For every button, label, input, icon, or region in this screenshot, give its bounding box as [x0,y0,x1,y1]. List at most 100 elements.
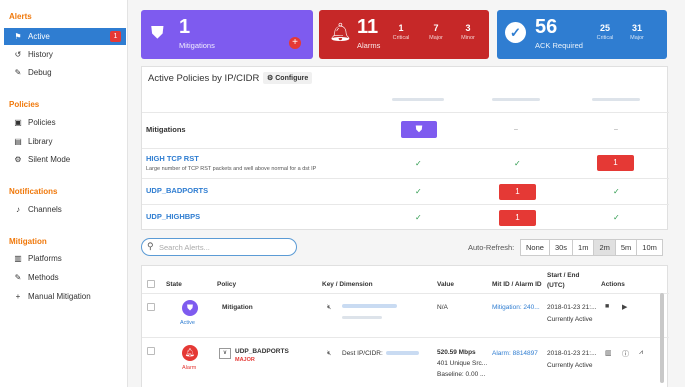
search-placeholder: Search Alerts... [159,243,210,252]
policy-row: UDP_HIGHBPS ✓ 1 ✓ [142,204,669,230]
sidebar-item-label: History [28,50,53,59]
policy-link[interactable]: UDP_BADPORTS [146,186,208,195]
refresh-options: None 30s 1m 2m 5m 10m [520,239,663,256]
bell-icon: ♪ [16,205,20,214]
briefcase-icon: ▣ [14,118,22,127]
sidebar-item-library[interactable]: ▤ Library [4,133,126,150]
library-icon: ▤ [14,137,22,146]
mute-icon[interactable]: 🔇︎ [327,350,331,358]
key-value [386,351,419,355]
stop-icon[interactable]: ■ [605,303,609,310]
col-start-end[interactable]: Start / End (UTC) [547,271,597,291]
gear-icon: ⚙ [267,75,276,82]
sidebar-item-manual-mitigation[interactable]: + Manual Mitigation [4,288,126,305]
active-policies-panel: Active Policies by IP/CIDR ⚙ Configure M… [141,66,669,230]
table-row[interactable]: ⛊ Active Mitigation 🔇︎ N/A Mitigation: 2… [142,293,669,337]
alarm-id-link[interactable]: Alarm: 8814897 [492,350,538,357]
search-alerts-input[interactable]: ⚲ Search Alerts... [141,238,297,256]
mitigations-row: Mitigations ⛊ – – [142,112,669,148]
start-time: 2018-01-23 21:... [547,304,597,311]
section-mitigation: Mitigation [9,237,47,246]
col-key[interactable]: Key / Dimension [322,281,373,288]
end-time: Currently Active [547,362,593,369]
sidebar-item-label: Debug [28,68,52,77]
ip-column-header [492,98,540,101]
value-text: 520.59 Mbps [437,349,476,356]
refresh-none-button[interactable]: None [520,239,550,256]
sidebar-item-debug[interactable]: ✎ Debug [4,64,126,81]
info-icon[interactable]: ⓘ [622,349,629,359]
shield-icon: ⛊ [182,300,198,316]
policy-link[interactable]: HIGH TCP RST [146,154,199,163]
refresh-1m-button[interactable]: 1m [572,239,595,256]
check-icon: ✓ [613,187,620,196]
refresh-2m-button[interactable]: 2m [593,239,616,256]
end-time: Currently Active [547,316,593,323]
configure-button[interactable]: ⚙ Configure [263,72,313,84]
policy-row: HIGH TCP RST Large number of TCP RST pac… [142,148,669,178]
sidebar-item-active[interactable]: ⚑ Active 1 [4,28,126,45]
empty-cell: – [514,126,518,133]
ack-critical: 25 Critical [596,23,614,41]
search-icon: ⚲ [147,241,154,251]
mitigation-shield-button[interactable]: ⛊ [401,121,437,138]
col-actions: Actions [601,281,625,288]
table-row[interactable]: 🔔︎ Alarm ∨ UDP_BADPORTS MAJOR 🔇︎ Dest IP… [142,337,669,388]
sidebar-item-channels[interactable]: ♪ Channels [4,201,126,218]
key-value [342,316,382,319]
active-count-badge: 1 [110,31,121,42]
sidebar: Alerts ⚑ Active 1 ↺ History ✎ Debug Policies… [0,0,128,387]
value-baseline: Baseline: 0.00 ... [437,371,486,378]
ack-card[interactable]: ✓ 56 ACK Required 25 Critical 31 Major [497,10,667,59]
auto-refresh-label: Auto-Refresh: [468,243,515,252]
sidebar-item-history[interactable]: ↺ History [4,46,126,63]
state-label: Active [180,320,195,326]
bar-chart-icon[interactable]: ▥ [605,349,612,357]
sidebar-item-policies[interactable]: ▣ Policies [4,114,126,131]
main-content: ⛊ 1 Mitigations + 🔔︎ 11 Alarms 1 Critical… [128,0,685,387]
refresh-10m-button[interactable]: 10m [636,239,663,256]
refresh-5m-button[interactable]: 5m [614,239,638,256]
alarms-critical: 1 Critical [392,23,410,41]
col-value[interactable]: Value [437,281,454,288]
table-scrollbar[interactable] [660,293,664,383]
sidebar-item-label: Policies [28,118,56,127]
value-detail: 401 Unique Src... [437,360,488,367]
col-state[interactable]: State [166,281,182,288]
col-policy[interactable]: Policy [217,281,236,288]
check-icon: ✓ [415,213,422,222]
configure-label: Configure [275,75,309,82]
value-text: N/A [437,304,448,311]
alarms-count: 11 [357,16,379,38]
policy-name: UDP_BADPORTS [235,348,289,355]
refresh-30s-button[interactable]: 30s [548,239,574,256]
sidebar-item-label: Methods [28,273,59,282]
sidebar-item-label: Active [28,32,50,41]
sidebar-item-platforms[interactable]: ▥ Platforms [4,250,126,267]
mitigations-card[interactable]: ⛊ 1 Mitigations + [141,10,313,59]
policy-description: Large number of TCP RST packets and well… [146,166,317,172]
sidebar-item-silent-mode[interactable]: ⚙ Silent Mode [4,151,126,168]
history-icon: ↺ [14,50,22,59]
sidebar-item-methods[interactable]: ✎ Methods [4,269,126,286]
row-checkbox[interactable] [147,347,155,355]
sidebar-item-label: Manual Mitigation [28,292,91,301]
play-icon[interactable]: ▶ [622,303,627,311]
section-notifications: Notifications [9,187,58,196]
sidebar-item-label: Library [28,137,53,146]
col-mit-id[interactable]: Mit ID / Alarm ID [492,281,542,288]
expand-toggle[interactable]: ∨ [219,348,231,359]
key-value [342,304,397,308]
add-mitigation-button[interactable]: + [289,37,301,49]
mit-id-link[interactable]: Mitigation: 240... [492,304,540,311]
alarms-card[interactable]: 🔔︎ 11 Alarms 1 Critical 7 Major 3 Minor [319,10,489,59]
row-checkbox[interactable] [147,303,155,311]
policy-link[interactable]: UDP_HIGHBPS [146,212,200,221]
line-chart-icon[interactable]: ⩘ [639,349,643,357]
mute-icon[interactable]: 🔇︎ [327,304,331,312]
check-icon: ✓ [514,159,521,168]
alarm-count-button[interactable]: 1 [499,184,536,200]
alarm-count-button[interactable]: 1 [499,210,536,226]
alarm-count-button[interactable]: 1 [597,155,634,171]
select-all-checkbox[interactable] [147,280,155,288]
